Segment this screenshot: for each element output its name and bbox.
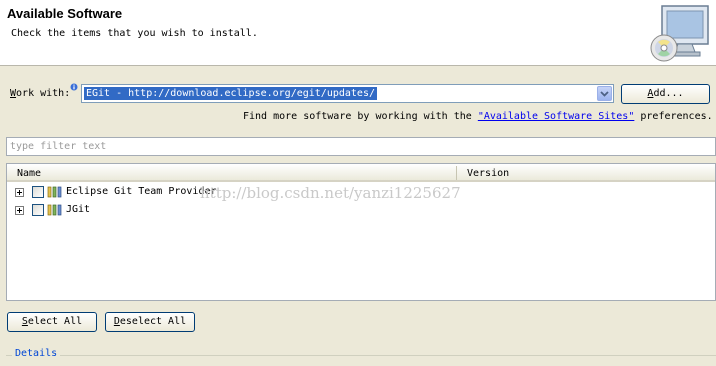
work-with-combo[interactable]: EGit - http://download.eclipse.org/egit/… xyxy=(81,84,614,103)
software-tree[interactable]: Name Version Eclipse Git Team Provider J… xyxy=(6,163,716,301)
column-name[interactable]: Name xyxy=(17,168,41,179)
checkbox-icon[interactable] xyxy=(32,186,44,198)
install-cd-monitor-icon xyxy=(650,5,709,62)
feature-icon xyxy=(47,186,62,198)
info-icon xyxy=(70,83,78,91)
work-with-value: EGit - http://download.eclipse.org/egit/… xyxy=(84,87,377,100)
expand-icon[interactable] xyxy=(15,206,24,215)
tree-row[interactable]: Eclipse Git Team Provider xyxy=(7,184,715,201)
feature-label: JGit xyxy=(66,204,91,215)
title-banner: Available Software Check the items that … xyxy=(0,0,716,66)
work-with-label: Work with: xyxy=(10,88,71,99)
checkbox-icon[interactable] xyxy=(32,204,44,216)
dropdown-arrow-icon xyxy=(600,91,609,97)
column-divider[interactable] xyxy=(456,166,457,180)
feature-icon xyxy=(47,204,62,216)
details-group-label: Details xyxy=(12,348,61,359)
tree-row[interactable]: JGit xyxy=(7,202,715,219)
page-title: Available Software xyxy=(7,6,123,21)
page-description: Check the items that you wish to install… xyxy=(11,28,258,39)
available-software-sites-link[interactable]: "Available Software Sites" xyxy=(478,111,635,122)
add-button[interactable]: Add... xyxy=(621,84,710,104)
details-group-border xyxy=(6,355,716,356)
deselect-all-button[interactable]: Deselect All xyxy=(105,312,195,332)
tree-header: Name Version xyxy=(7,164,715,182)
expand-icon[interactable] xyxy=(15,188,24,197)
filter-input[interactable]: type filter text xyxy=(6,137,716,156)
feature-label: Eclipse Git Team Provider xyxy=(66,186,217,197)
select-all-button[interactable]: Select All xyxy=(7,312,97,332)
find-more-text: Find more software by working with the "… xyxy=(243,111,713,122)
filter-placeholder: type filter text xyxy=(10,141,107,152)
dropdown-button[interactable] xyxy=(597,86,612,101)
column-version[interactable]: Version xyxy=(467,168,509,179)
